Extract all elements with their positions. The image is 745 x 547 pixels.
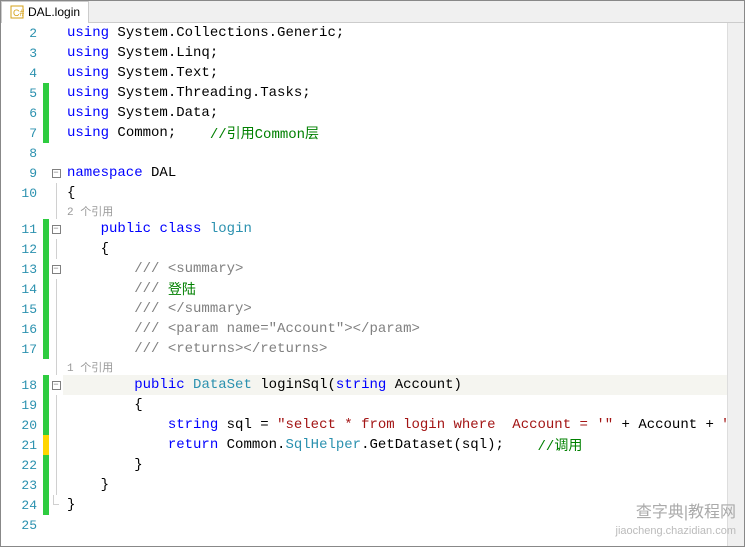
csharp-file-icon: C# <box>10 5 24 19</box>
line-number: 21 <box>1 438 43 453</box>
code-line[interactable]: return Common.SqlHelper.GetDataset(sql);… <box>63 435 727 455</box>
codelens-references[interactable]: 1 个引用 <box>63 359 727 375</box>
line-number: 3 <box>1 46 43 61</box>
code-line[interactable]: using System.Collections.Generic; <box>63 23 727 43</box>
code-line[interactable]: string sql = "select * from login where … <box>63 415 727 435</box>
outline-collapse-icon[interactable]: − <box>52 169 61 178</box>
code-line[interactable]: /// <param name="Account"></param> <box>63 319 727 339</box>
code-line[interactable]: { <box>63 395 727 415</box>
outline-collapse-icon[interactable]: − <box>52 265 61 274</box>
line-number: 7 <box>1 126 43 141</box>
line-number: 13 <box>1 262 43 277</box>
line-number: 20 <box>1 418 43 433</box>
line-number: 10 <box>1 186 43 201</box>
code-line[interactable]: { <box>63 183 727 203</box>
code-line[interactable]: using System.Text; <box>63 63 727 83</box>
code-line-active[interactable]: public DataSet loginSql(string Account) <box>63 375 727 395</box>
line-number: 15 <box>1 302 43 317</box>
line-number: 6 <box>1 106 43 121</box>
code-line[interactable]: public class login <box>63 219 727 239</box>
line-number: 19 <box>1 398 43 413</box>
tab-bar: C# DAL.login <box>1 1 744 23</box>
line-number: 17 <box>1 342 43 357</box>
codelens-references[interactable]: 2 个引用 <box>63 203 727 219</box>
line-number: 14 <box>1 282 43 297</box>
code-line[interactable]: /// </summary> <box>63 299 727 319</box>
code-line[interactable]: { <box>63 239 727 259</box>
code-line[interactable]: using System.Data; <box>63 103 727 123</box>
line-number: 23 <box>1 478 43 493</box>
code-area[interactable]: using System.Collections.Generic; using … <box>63 23 727 546</box>
line-number: 12 <box>1 242 43 257</box>
code-line[interactable]: using System.Threading.Tasks; <box>63 83 727 103</box>
line-number: 11 <box>1 222 43 237</box>
line-number: 24 <box>1 498 43 513</box>
line-number: 2 <box>1 26 43 41</box>
vertical-scrollbar[interactable] <box>727 23 744 546</box>
code-line[interactable]: } <box>63 475 727 495</box>
line-number: 22 <box>1 458 43 473</box>
code-line[interactable] <box>63 143 727 163</box>
line-number: 16 <box>1 322 43 337</box>
outline-collapse-icon[interactable]: − <box>52 225 61 234</box>
code-editor[interactable]: 2 3 4 5 6 7 8 9− 10 11− 12 13− 14 15 16 … <box>1 23 744 546</box>
code-line[interactable]: /// 登陆 <box>63 279 727 299</box>
file-tab[interactable]: C# DAL.login <box>1 1 89 23</box>
code-line[interactable]: } <box>63 455 727 475</box>
line-number: 9 <box>1 166 43 181</box>
gutter: 2 3 4 5 6 7 8 9− 10 11− 12 13− 14 15 16 … <box>1 23 63 546</box>
code-line[interactable]: using System.Linq; <box>63 43 727 63</box>
code-line[interactable]: /// <summary> <box>63 259 727 279</box>
line-number: 18 <box>1 378 43 393</box>
line-number: 4 <box>1 66 43 81</box>
outline-collapse-icon[interactable]: − <box>52 381 61 390</box>
code-line[interactable]: using Common; //引用Common层 <box>63 123 727 143</box>
line-number: 25 <box>1 518 43 533</box>
code-line[interactable]: namespace DAL <box>63 163 727 183</box>
tab-title: DAL.login <box>28 5 80 19</box>
line-number: 5 <box>1 86 43 101</box>
code-line[interactable]: /// <returns></returns> <box>63 339 727 359</box>
line-number: 8 <box>1 146 43 161</box>
svg-text:C#: C# <box>13 8 24 18</box>
watermark: 查字典|教程网 jiaocheng.chazidian.com <box>616 503 736 538</box>
